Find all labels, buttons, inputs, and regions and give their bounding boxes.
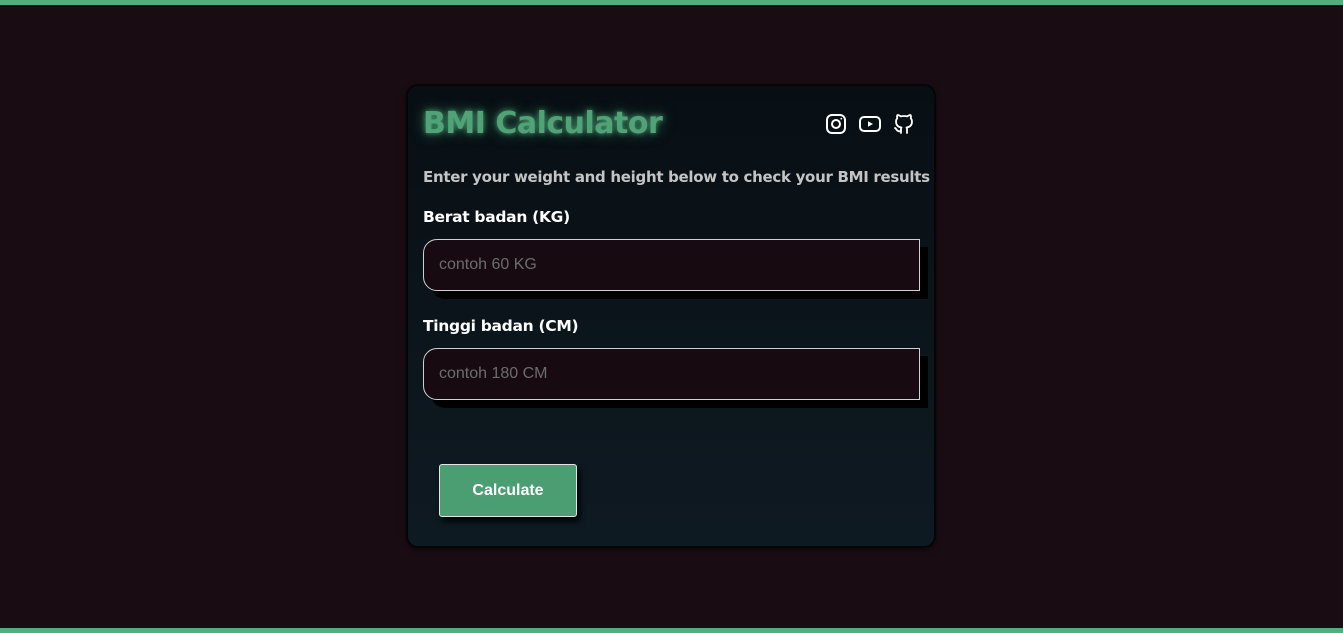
weight-input[interactable] bbox=[423, 239, 920, 291]
bottom-accent-border bbox=[0, 628, 1343, 633]
calculate-button[interactable]: Calculate bbox=[439, 464, 577, 517]
instagram-icon[interactable] bbox=[824, 112, 848, 136]
height-label: Tinggi badan (CM) bbox=[423, 317, 579, 335]
height-input[interactable] bbox=[423, 348, 920, 400]
height-field-wrapper bbox=[423, 348, 920, 400]
youtube-icon[interactable] bbox=[858, 112, 882, 136]
instructions-text: Enter your weight and height below to ch… bbox=[423, 168, 930, 186]
bmi-card: BMI Calculator Enter your weight and hei… bbox=[406, 84, 936, 548]
top-accent-border bbox=[0, 0, 1343, 5]
weight-field-wrapper bbox=[423, 239, 920, 291]
github-icon[interactable] bbox=[892, 112, 916, 136]
weight-label: Berat badan (KG) bbox=[423, 208, 570, 226]
page-title: BMI Calculator bbox=[423, 106, 663, 141]
social-links bbox=[824, 112, 916, 136]
